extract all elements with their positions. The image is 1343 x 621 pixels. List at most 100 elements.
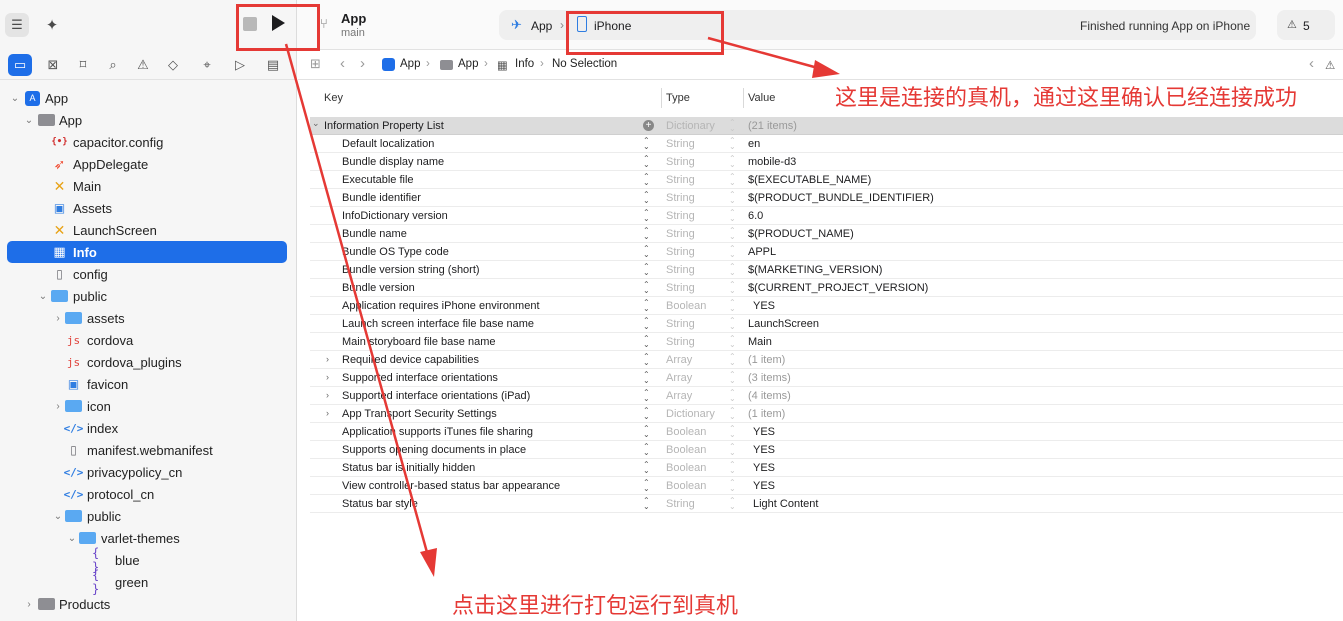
key-stepper-icon[interactable]: ⌃ ⌄ <box>643 263 650 277</box>
plist-value[interactable]: (21 items) <box>748 120 797 132</box>
type-stepper-icon[interactable]: ⌃ ⌄ <box>729 299 736 313</box>
key-column-header[interactable]: Key <box>324 92 343 104</box>
find-navigator-tab[interactable]: ⌕ <box>101 54 125 76</box>
plist-key[interactable]: Bundle version <box>342 282 415 294</box>
plist-key[interactable]: Default localization <box>342 138 434 150</box>
plist-value[interactable]: APPL <box>748 246 776 258</box>
plist-type[interactable]: String <box>666 156 695 168</box>
key-stepper-icon[interactable]: ⌃ ⌄ <box>643 407 650 421</box>
type-stepper-icon[interactable]: ⌃ ⌄ <box>729 209 736 223</box>
tree-item-assets-folder[interactable]: › assets <box>0 307 297 329</box>
key-stepper-icon[interactable]: ⌃ ⌄ <box>643 317 650 331</box>
plist-type[interactable]: String <box>666 192 695 204</box>
forward-arrow-icon[interactable]: › <box>360 55 365 72</box>
plist-value[interactable]: (1 item) <box>748 354 785 366</box>
type-stepper-icon[interactable]: ⌃ ⌄ <box>729 245 736 259</box>
plist-value[interactable]: mobile-d3 <box>748 156 796 168</box>
tree-item-config[interactable]: ▯ config <box>0 263 297 285</box>
plist-value[interactable]: Main <box>748 336 772 348</box>
plist-value[interactable]: $(PRODUCT_NAME) <box>748 228 854 240</box>
type-stepper-icon[interactable]: ⌃ ⌄ <box>729 407 736 421</box>
plist-key[interactable]: Required device capabilities <box>342 354 479 366</box>
plist-value[interactable]: 6.0 <box>748 210 763 222</box>
plist-key[interactable]: Bundle version string (short) <box>342 264 480 276</box>
tree-item-assets[interactable]: ▣ Assets <box>0 197 297 219</box>
plist-value[interactable]: YES <box>753 462 775 474</box>
plist-type[interactable]: Boolean <box>666 480 706 492</box>
type-stepper-icon[interactable]: ⌃ ⌄ <box>729 389 736 403</box>
chevron-right-icon[interactable]: › <box>326 408 329 418</box>
key-stepper-icon[interactable]: ⌃ ⌄ <box>643 191 650 205</box>
plist-key[interactable]: Supported interface orientations <box>342 372 498 384</box>
plist-row[interactable] <box>310 243 1343 261</box>
plist-type[interactable]: Boolean <box>666 462 706 474</box>
type-stepper-icon[interactable]: ⌃ ⌄ <box>729 227 736 241</box>
type-stepper-icon[interactable]: ⌃ ⌄ <box>729 425 736 439</box>
key-stepper-icon[interactable]: ⌃ ⌄ <box>643 299 650 313</box>
plist-row[interactable] <box>310 207 1343 225</box>
plist-key[interactable]: Bundle display name <box>342 156 444 168</box>
plist-key[interactable]: Bundle OS Type code <box>342 246 449 258</box>
plist-key[interactable]: App Transport Security Settings <box>342 408 497 420</box>
tree-item-main[interactable]: ✕ Main <box>0 175 297 197</box>
chevron-right-icon[interactable]: › <box>326 390 329 400</box>
plist-row[interactable] <box>310 135 1343 153</box>
type-stepper-icon[interactable]: ⌃ ⌄ <box>729 137 736 151</box>
key-stepper-icon[interactable]: ⌃ ⌄ <box>643 425 650 439</box>
tree-item-manifest[interactable]: ▯ manifest.webmanifest <box>0 439 297 461</box>
type-stepper-icon[interactable]: ⌃ ⌄ <box>729 119 736 133</box>
test-navigator-tab[interactable]: ◇ <box>161 54 185 76</box>
type-stepper-icon[interactable]: ⌃ ⌄ <box>729 479 736 493</box>
debug-navigator-tab[interactable]: ⌖ <box>195 54 219 76</box>
add-row-icon[interactable]: + <box>643 120 654 131</box>
tree-item-index[interactable]: </> index <box>0 417 297 439</box>
type-stepper-icon[interactable]: ⌃ ⌄ <box>729 317 736 331</box>
plist-value[interactable]: $(PRODUCT_BUNDLE_IDENTIFIER) <box>748 192 934 204</box>
tree-item-info[interactable]: ▦ Info <box>7 241 287 263</box>
breakpoint-navigator-tab[interactable]: ▷ <box>228 54 252 76</box>
plist-type[interactable]: String <box>666 138 695 150</box>
key-stepper-icon[interactable]: ⌃ ⌄ <box>643 209 650 223</box>
plist-root-row[interactable] <box>310 117 1343 135</box>
bookmark-navigator-tab[interactable]: ⌑ <box>71 54 95 76</box>
type-stepper-icon[interactable]: ⌃ ⌄ <box>729 497 736 511</box>
plist-key[interactable]: InfoDictionary version <box>342 210 448 222</box>
key-stepper-icon[interactable]: ⌃ ⌄ <box>643 173 650 187</box>
type-stepper-icon[interactable]: ⌃ ⌄ <box>729 353 736 367</box>
plist-value[interactable]: YES <box>753 426 775 438</box>
back-arrow-icon[interactable]: ‹ <box>340 55 345 72</box>
breadcrumb-app-project[interactable]: App <box>400 58 420 70</box>
plist-type[interactable]: Array <box>666 354 692 366</box>
key-stepper-icon[interactable]: ⌃ ⌄ <box>643 371 650 385</box>
plist-type[interactable]: Array <box>666 390 692 402</box>
plist-key[interactable]: Executable file <box>342 174 414 186</box>
type-column-header[interactable]: Type <box>666 92 690 104</box>
plist-key[interactable]: Launch screen interface file base name <box>342 318 534 330</box>
plist-value[interactable]: $(EXECUTABLE_NAME) <box>748 174 871 186</box>
plist-value[interactable]: (3 items) <box>748 372 791 384</box>
plist-type[interactable]: String <box>666 246 695 258</box>
scheme-selector[interactable]: App <box>531 19 552 33</box>
plist-value[interactable]: Light Content <box>753 498 818 510</box>
plist-key[interactable]: Bundle identifier <box>342 192 421 204</box>
breadcrumb-selection[interactable]: No Selection <box>552 58 617 70</box>
breadcrumb-info[interactable]: Info <box>515 58 534 70</box>
tree-item-favicon[interactable]: ▣ favicon <box>0 373 297 395</box>
key-stepper-icon[interactable]: ⌃ ⌄ <box>643 137 650 151</box>
type-stepper-icon[interactable]: ⌃ ⌄ <box>729 461 736 475</box>
plist-key[interactable]: Main storyboard file base name <box>342 336 495 348</box>
value-column-header[interactable]: Value <box>748 92 775 104</box>
plist-type[interactable]: String <box>666 318 695 330</box>
tree-item-app-folder[interactable]: ⌄ App <box>0 109 297 131</box>
plist-type[interactable]: String <box>666 174 695 186</box>
chevron-left-icon[interactable]: ‹ <box>1309 55 1314 72</box>
key-stepper-icon[interactable]: ⌃ ⌄ <box>643 245 650 259</box>
sidebar-toggle-button[interactable]: ☰ <box>5 13 29 37</box>
tree-item-public[interactable]: ⌄ public <box>0 285 297 307</box>
tree-item-capacitor-config[interactable]: {•} capacitor.config <box>0 131 297 153</box>
type-stepper-icon[interactable]: ⌃ ⌄ <box>729 191 736 205</box>
plist-type[interactable]: String <box>666 228 695 240</box>
key-stepper-icon[interactable]: ⌃ ⌄ <box>643 497 650 511</box>
key-stepper-icon[interactable]: ⌃ ⌄ <box>643 335 650 349</box>
plist-type[interactable]: Array <box>666 372 692 384</box>
